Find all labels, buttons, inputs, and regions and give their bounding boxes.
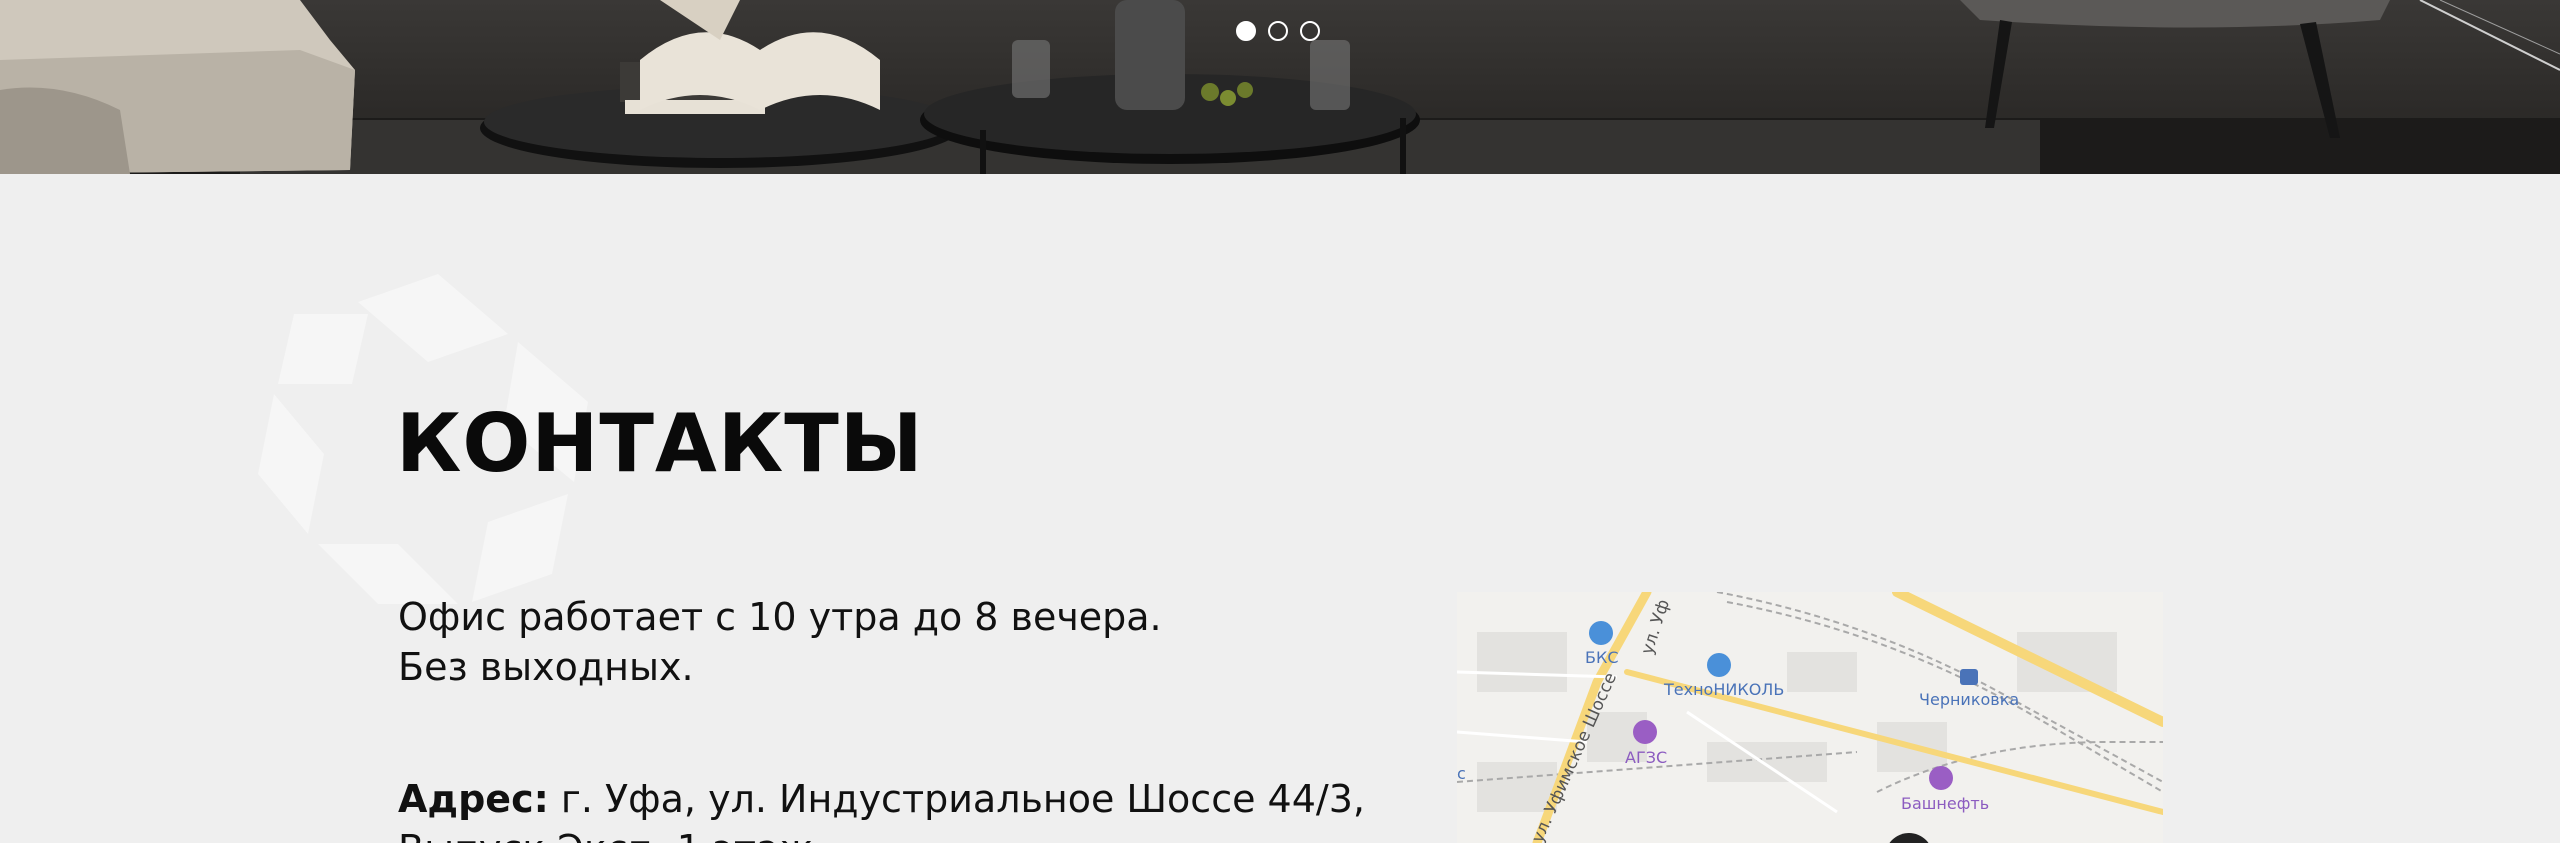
hero-slider: [0, 0, 2560, 174]
office-hours: Офис работает с 10 утра до 8 вечера. Без…: [398, 592, 1162, 692]
cart-poi-icon: [1707, 653, 1731, 677]
map-label-tekhnonikol: ТехноНИКОЛЬ: [1664, 680, 1785, 699]
slide-dot-3[interactable]: [1300, 21, 1320, 41]
map-label-chernikovka: Черниковка: [1919, 690, 2020, 709]
map-label-agzs: АГЗС: [1625, 748, 1668, 767]
office-days-line: Без выходных.: [398, 645, 694, 689]
map-label-edge: с: [1457, 764, 1466, 783]
slide-dot-2[interactable]: [1268, 21, 1288, 41]
office-hours-line: Офис работает с 10 утра до 8 вечера.: [398, 595, 1162, 639]
contacts-section: КОНТАКТЫ Офис работает с 10 утра до 8 ве…: [0, 174, 2560, 843]
gas-station-icon: [1633, 720, 1657, 744]
address-block: Адрес: г. Уфа, ул. Индустриальное Шоссе …: [398, 774, 1398, 843]
page-title: КОНТАКТЫ: [396, 397, 924, 490]
address-label: Адрес:: [398, 777, 549, 821]
map-label-bashneft: Башнефть: [1901, 794, 1990, 813]
location-map[interactable]: БКС ТехноНИКОЛЬ Черниковка АГЗС Башнефть…: [1457, 592, 2163, 843]
map-label-bks: БКС: [1585, 648, 1619, 667]
gas-station-icon-2: [1929, 766, 1953, 790]
shop-poi-icon: [1589, 621, 1613, 645]
address-value: г. Уфа, ул. Индустриальное Шоссе 44/3,: [548, 777, 1365, 821]
slider-pagination: [1236, 21, 1320, 41]
rail-station-icon: [1960, 669, 1978, 685]
address-line2: Выпуск Эксп. 1 этаж: [398, 824, 1398, 843]
slide-dot-1[interactable]: [1236, 21, 1256, 41]
